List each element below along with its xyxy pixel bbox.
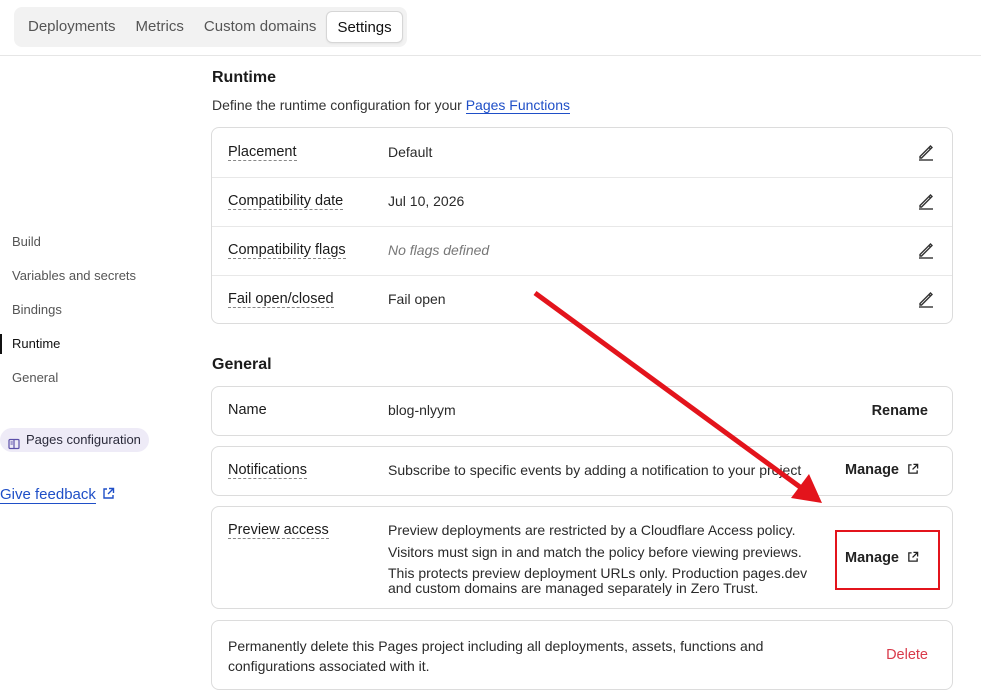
annotation-arrow bbox=[533, 290, 822, 503]
